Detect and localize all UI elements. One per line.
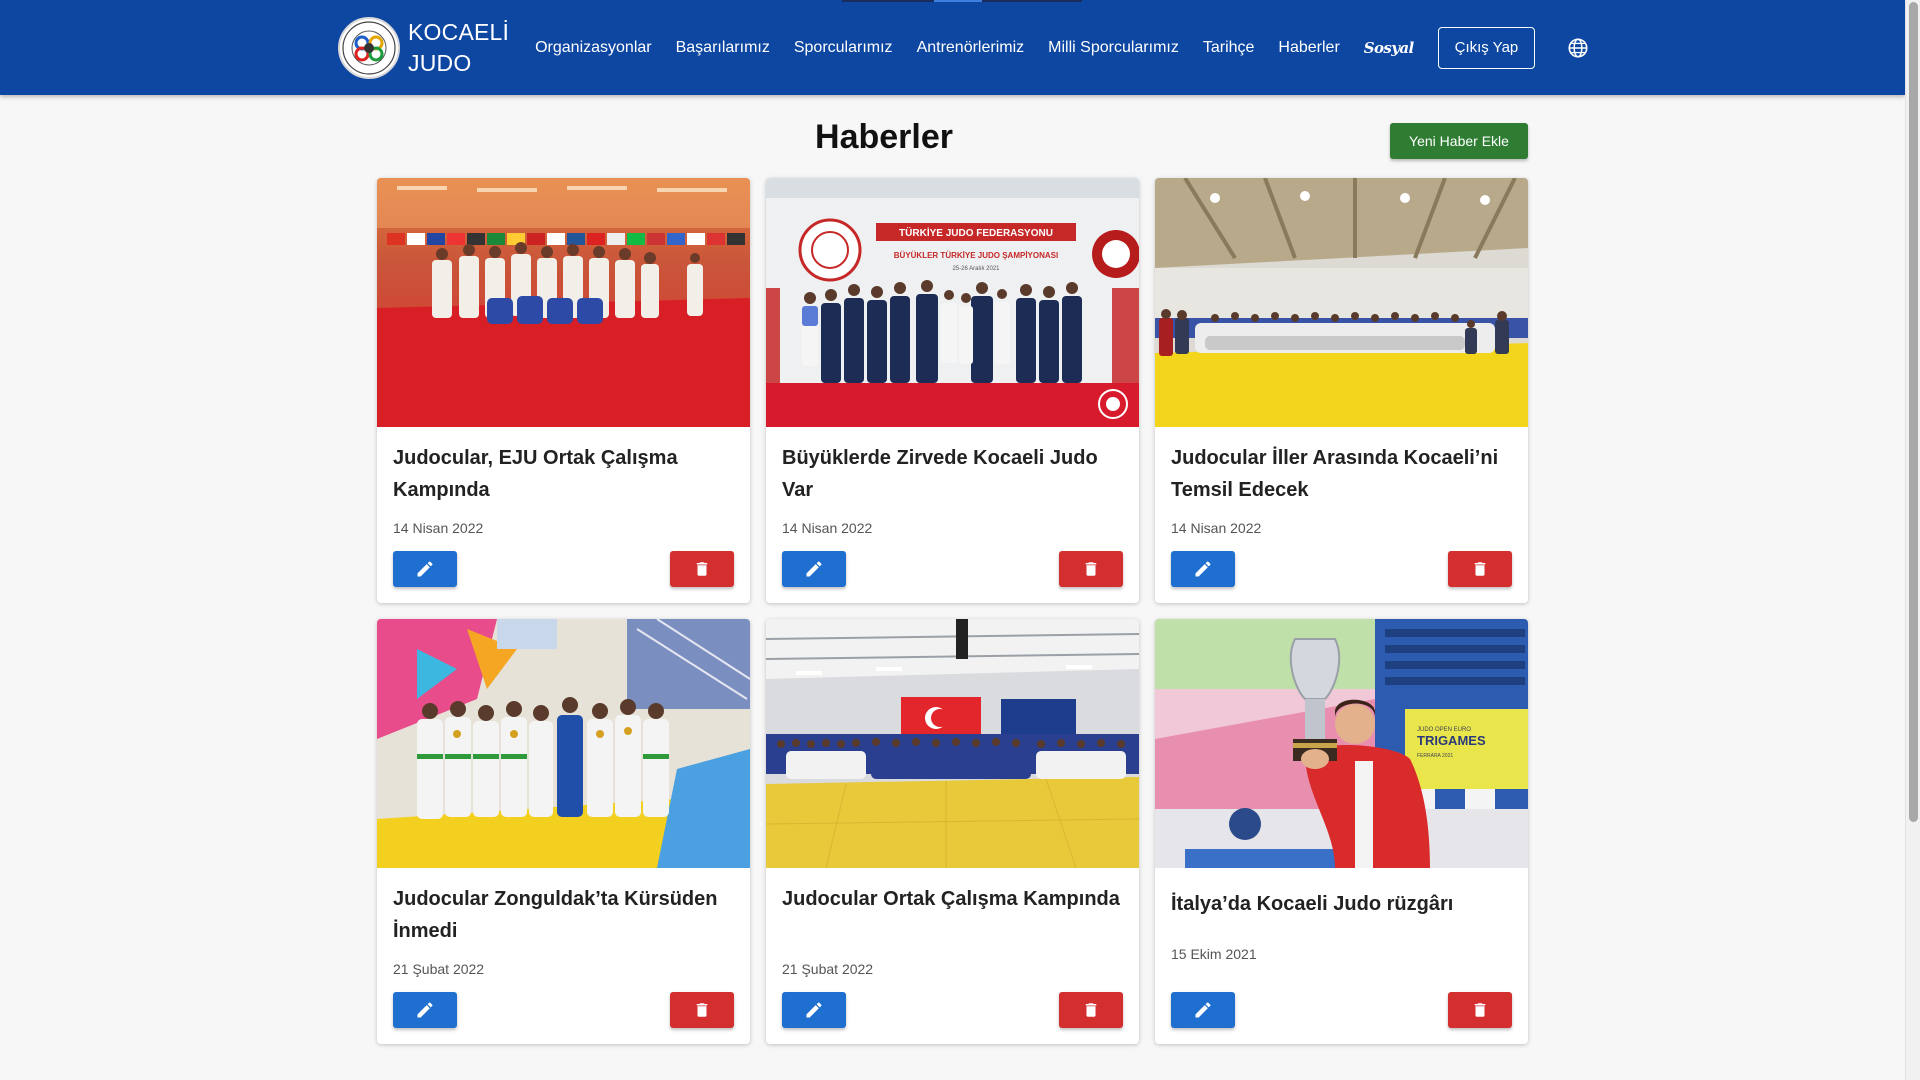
- news-date: 14 Nisan 2022: [782, 520, 873, 536]
- main-menu: Organizasyonlar Başarılarımız Sporcuları…: [535, 26, 1589, 69]
- logout-button[interactable]: Çıkış Yap: [1437, 26, 1536, 69]
- delete-news-button[interactable]: [1448, 551, 1512, 587]
- nav-social[interactable]: Sosyal: [1364, 39, 1414, 57]
- brand-line-1: KOCAELİ: [408, 18, 510, 45]
- delete-news-button[interactable]: [670, 992, 734, 1028]
- delete-news-button[interactable]: [1059, 992, 1123, 1028]
- globe-icon[interactable]: [1567, 37, 1589, 59]
- news-title[interactable]: Judocular, EJU Ortak Çalışma Kampında: [393, 442, 734, 506]
- nav-achievements[interactable]: Başarılarımız: [676, 39, 770, 57]
- trash-icon: [1474, 1003, 1486, 1017]
- brand-name: KOCAELİ JUDO: [408, 17, 509, 79]
- ijf-logo-icon: [338, 16, 400, 79]
- delete-news-button[interactable]: [1448, 992, 1512, 1028]
- scrollbar-thumb[interactable]: [1909, 2, 1918, 822]
- news-title[interactable]: Judocular Zonguldak’ta Kürsüden İnmedi: [393, 883, 734, 947]
- page-title: Haberler: [815, 118, 953, 156]
- nav-organizations[interactable]: Organizasyonlar: [535, 39, 652, 57]
- brand-home-link[interactable]: KOCAELİ JUDO: [338, 16, 509, 79]
- news-photo[interactable]: [1155, 178, 1528, 427]
- delete-news-button[interactable]: [1059, 551, 1123, 587]
- news-card: Judocular, EJU Ortak Çalışma Kampında 14…: [377, 178, 750, 603]
- news-card: TÜRKİYE JUDO FEDERASYONU BÜYÜKLER TÜRKİY…: [766, 178, 1139, 603]
- news-photo[interactable]: JUDO OPEN EURO TRIGAMES FERRARA 2021: [1155, 619, 1528, 868]
- nav-athletes[interactable]: Sporcularımız: [794, 39, 893, 57]
- trash-icon: [696, 1003, 708, 1017]
- news-date: 15 Ekim 2021: [1171, 946, 1257, 962]
- trigames-text: TRIGAMES: [1417, 733, 1486, 748]
- page-scrollbar[interactable]: [1905, 0, 1920, 1080]
- banner-text: BÜYÜKLER TÜRKİYE JUDO ŞAMPİYONASI: [894, 251, 1058, 260]
- add-news-button[interactable]: Yeni Haber Ekle: [1390, 123, 1528, 159]
- edit-news-button[interactable]: [393, 992, 457, 1028]
- brand-line-2: JUDO: [408, 49, 472, 76]
- pencil-icon: [1195, 1002, 1211, 1018]
- news-date: 21 Şubat 2022: [393, 961, 485, 977]
- news-card: Judocular Zonguldak’ta Kürsüden İnmedi 2…: [377, 619, 750, 1044]
- edit-news-button[interactable]: [1171, 551, 1235, 587]
- pencil-icon: [806, 1002, 822, 1018]
- trash-icon: [1474, 562, 1486, 576]
- trigames-text: FERRARA 2021: [1417, 753, 1453, 759]
- pencil-icon: [417, 1002, 433, 1018]
- news-card: Judocular İller Arasında Kocaeli’ni Tems…: [1155, 178, 1528, 603]
- banner-text: 25-26 Aralık 2021: [952, 266, 1000, 272]
- pencil-icon: [1195, 561, 1211, 577]
- news-title[interactable]: Judocular İller Arasında Kocaeli’ni Tems…: [1171, 442, 1512, 506]
- news-photo[interactable]: [766, 619, 1139, 868]
- edit-news-button[interactable]: [1171, 992, 1235, 1028]
- news-date: 21 Şubat 2022: [782, 961, 874, 977]
- nav-news[interactable]: Haberler: [1278, 39, 1339, 57]
- news-card: Judocular Ortak Çalışma Kampında 21 Şuba…: [766, 619, 1139, 1044]
- news-photo[interactable]: TÜRKİYE JUDO FEDERASYONU BÜYÜKLER TÜRKİY…: [766, 178, 1139, 427]
- news-title[interactable]: İtalya’da Kocaeli Judo rüzgârı: [1171, 888, 1512, 920]
- trash-icon: [1085, 1003, 1097, 1017]
- news-date: 14 Nisan 2022: [1171, 520, 1262, 536]
- trash-icon: [1085, 562, 1097, 576]
- delete-news-button[interactable]: [670, 551, 734, 587]
- news-card: JUDO OPEN EURO TRIGAMES FERRARA 2021 İta…: [1155, 619, 1528, 1044]
- news-photo[interactable]: [377, 619, 750, 868]
- edit-news-button[interactable]: [782, 551, 846, 587]
- edit-news-button[interactable]: [782, 992, 846, 1028]
- top-navbar: KOCAELİ JUDO Organizasyonlar Başarılarım…: [0, 0, 1905, 95]
- banner-text: TÜRKİYE JUDO FEDERASYONU: [899, 226, 1053, 239]
- news-title[interactable]: Büyüklerde Zirvede Kocaeli Judo Var: [782, 442, 1123, 506]
- nav-coaches[interactable]: Antrenörlerimiz: [917, 39, 1025, 57]
- pencil-icon: [417, 561, 433, 577]
- trash-icon: [696, 562, 708, 576]
- news-photo[interactable]: [377, 178, 750, 427]
- nav-history[interactable]: Tarihçe: [1203, 39, 1255, 57]
- nav-national-athletes[interactable]: Milli Sporcularımız: [1048, 39, 1179, 57]
- edit-news-button[interactable]: [393, 551, 457, 587]
- news-date: 14 Nisan 2022: [393, 520, 484, 536]
- news-grid: Judocular, EJU Ortak Çalışma Kampında 14…: [377, 178, 1528, 1044]
- pencil-icon: [806, 561, 822, 577]
- news-title[interactable]: Judocular Ortak Çalışma Kampında: [782, 883, 1123, 915]
